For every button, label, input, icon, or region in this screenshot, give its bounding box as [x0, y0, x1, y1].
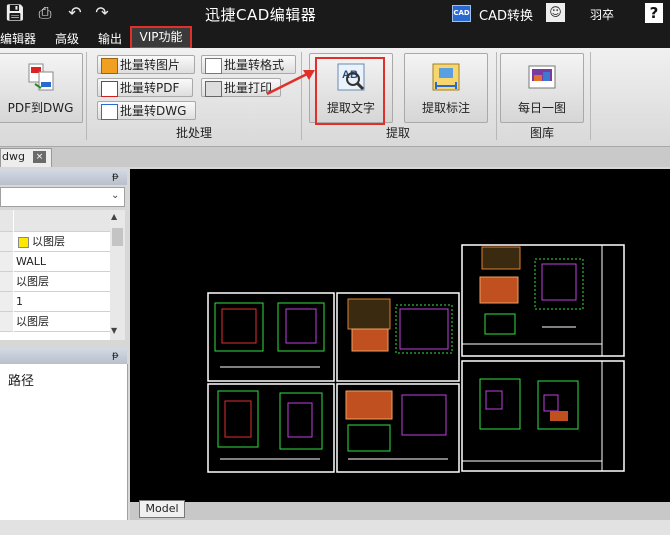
grid-header-cell: [14, 210, 110, 232]
row-header-cell: [0, 232, 13, 252]
list-item[interactable]: WALL: [14, 252, 110, 272]
extract-dimension-icon: [432, 63, 460, 91]
app-title: 迅捷CAD编辑器: [205, 6, 317, 24]
list-item[interactable]: 以图层: [14, 232, 110, 252]
color-swatch: [18, 237, 29, 248]
pin-icon[interactable]: ᵽ: [112, 350, 119, 361]
grid-header-cell: [0, 210, 13, 232]
document-tab-label: dwg: [2, 150, 25, 163]
scroll-up-icon[interactable]: ▲: [111, 212, 117, 221]
group-label-batch: 批处理: [176, 126, 213, 140]
redo-icon[interactable]: ↷: [91, 3, 113, 23]
batch-to-image-label: 批量转图片: [120, 58, 181, 72]
tab-advanced[interactable]: 高级: [55, 30, 79, 47]
tab-model[interactable]: Model: [139, 500, 185, 518]
extract-dimension-button[interactable]: 提取标注: [404, 53, 488, 123]
row-header-cell: [0, 252, 13, 272]
daily-drawing-icon: [528, 65, 556, 89]
printer-icon: [205, 81, 222, 97]
tab-vip[interactable]: VIP功能: [130, 26, 192, 49]
image-icon: [101, 58, 118, 74]
list-item[interactable]: 以图层: [14, 272, 110, 292]
close-icon[interactable]: ×: [33, 151, 46, 163]
row-header-cell: [0, 312, 13, 332]
undo-icon[interactable]: ↶: [64, 3, 86, 23]
tab-editor[interactable]: 编辑器: [0, 30, 36, 47]
format-icon: [205, 58, 222, 74]
group-label-library: 图库: [530, 126, 555, 140]
cad-convert-link[interactable]: CAD转换: [479, 5, 533, 24]
user-name[interactable]: 羽卒: [590, 6, 614, 23]
highlight-box: [315, 57, 385, 125]
annotation-arrow: [266, 70, 315, 96]
cad-convert-icon[interactable]: CAD: [452, 5, 471, 22]
group-label-extract: 提取: [386, 126, 411, 140]
path-panel-header: [0, 348, 127, 364]
pdf-to-dwg-icon: [28, 63, 53, 91]
tab-output[interactable]: 输出: [98, 30, 122, 47]
row-header-cell: [0, 272, 13, 292]
help-icon[interactable]: ?: [645, 3, 663, 23]
list-item[interactable]: 1: [14, 292, 110, 312]
layer-dropdown[interactable]: [0, 187, 125, 207]
dwg-icon: [101, 104, 118, 120]
ribbon-separator: [590, 52, 591, 140]
pdf-icon: [101, 81, 118, 97]
batch-to-pdf-label: 批量转PDF: [120, 81, 180, 95]
document-tab-strip: [0, 147, 670, 167]
extract-dimension-label: 提取标注: [421, 101, 470, 115]
chevron-down-icon[interactable]: ⌄: [111, 190, 119, 201]
ribbon-separator: [86, 52, 87, 140]
list-item[interactable]: 以图层: [14, 312, 110, 332]
pdf-to-dwg-label: PDF到DWG: [7, 101, 74, 115]
layout-tab-bar: [130, 502, 670, 520]
scrollbar-thumb[interactable]: [112, 228, 123, 246]
daily-drawing-button[interactable]: 每日一图: [500, 53, 584, 123]
print-icon[interactable]: ⎙: [34, 3, 56, 23]
pin-icon[interactable]: ᵽ: [112, 171, 119, 182]
path-label: 路径: [8, 374, 35, 389]
batch-to-image-button[interactable]: 批量转图片: [97, 55, 195, 74]
cad-drawing: [207, 244, 625, 473]
layer-value: 以图层: [32, 235, 65, 248]
status-bar: [0, 520, 670, 535]
ribbon-separator: [496, 52, 497, 140]
batch-to-dwg-button[interactable]: 批量转DWG: [97, 101, 196, 120]
layer-panel-header: [0, 169, 127, 185]
batch-to-dwg-label: 批量转DWG: [120, 104, 187, 118]
pdf-to-dwg-button[interactable]: PDF到DWG: [0, 53, 83, 123]
save-icon[interactable]: 💾︎: [4, 3, 26, 23]
daily-drawing-label: 每日一图: [517, 101, 566, 115]
scroll-down-icon[interactable]: ▼: [111, 326, 117, 335]
row-header-cell: [0, 292, 13, 312]
batch-to-pdf-button[interactable]: 批量转PDF: [97, 78, 193, 97]
user-icon[interactable]: ☺: [546, 3, 565, 22]
